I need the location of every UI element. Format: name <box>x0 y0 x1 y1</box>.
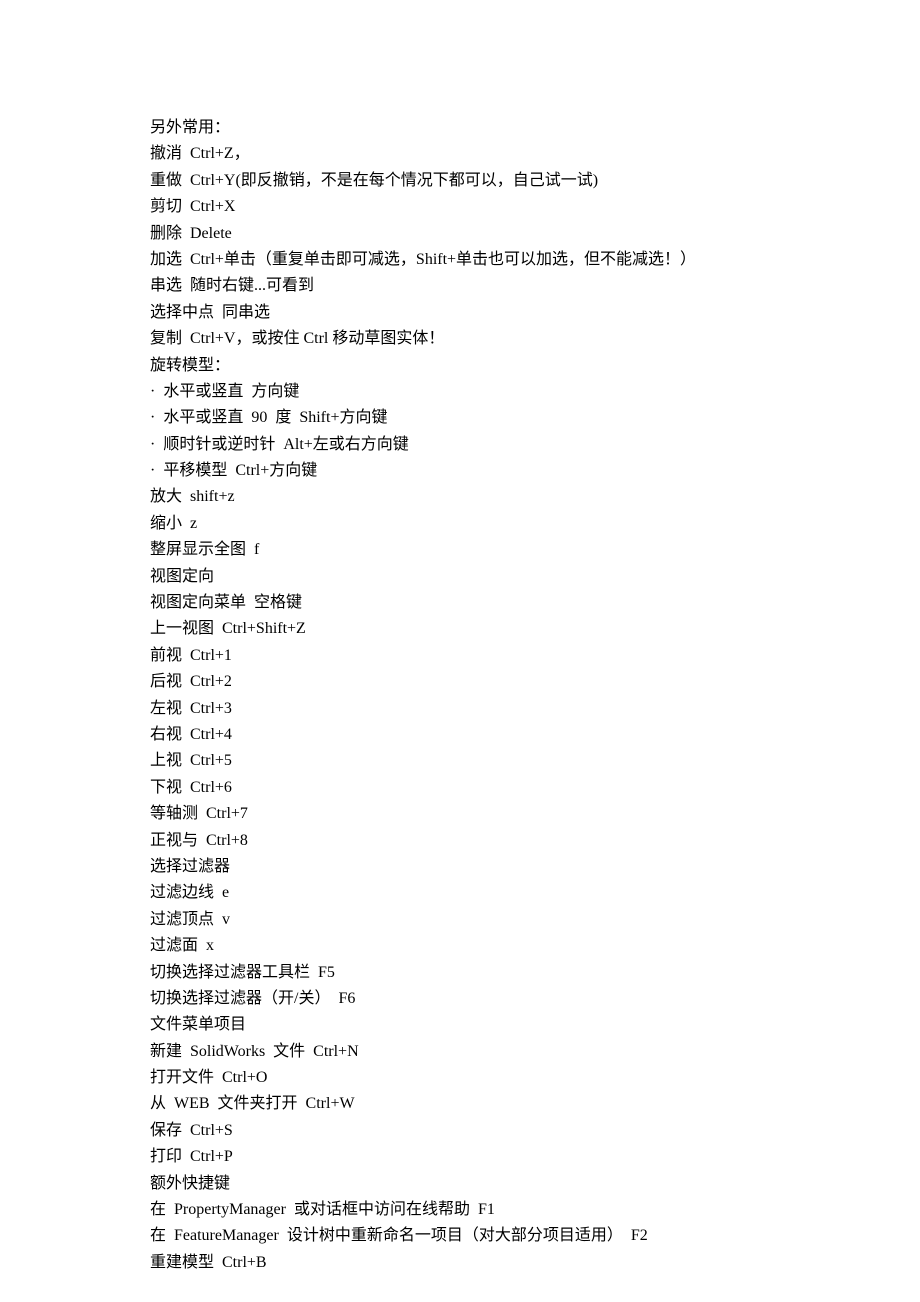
text-line: 选择过滤器 <box>150 854 770 880</box>
text-line: 保存 Ctrl+S <box>150 1118 770 1144</box>
text-line: 整屏显示全图 f <box>150 537 770 563</box>
text-line: 放大 shift+z <box>150 484 770 510</box>
text-line: 过滤边线 e <box>150 880 770 906</box>
text-line: 加选 Ctrl+单击（重复单击即可减选，Shift+单击也可以加选，但不能减选！… <box>150 247 770 273</box>
text-line: 等轴测 Ctrl+7 <box>150 801 770 827</box>
text-line: 过滤顶点 v <box>150 907 770 933</box>
text-line: 前视 Ctrl+1 <box>150 643 770 669</box>
text-line: · 水平或竖直 方向键 <box>150 379 770 405</box>
text-line: · 平移模型 Ctrl+方向键 <box>150 458 770 484</box>
text-line: 剪切 Ctrl+X <box>150 194 770 220</box>
text-line: 后视 Ctrl+2 <box>150 669 770 695</box>
text-line: 另外常用： <box>150 115 770 141</box>
text-line: 选择中点 同串选 <box>150 300 770 326</box>
text-line: 右视 Ctrl+4 <box>150 722 770 748</box>
text-line: 上一视图 Ctrl+Shift+Z <box>150 616 770 642</box>
text-line: 重建模型 Ctrl+B <box>150 1250 770 1276</box>
text-line: 撤消 Ctrl+Z， <box>150 141 770 167</box>
text-line: 缩小 z <box>150 511 770 537</box>
text-line: 额外快捷键 <box>150 1171 770 1197</box>
text-line: 打印 Ctrl+P <box>150 1144 770 1170</box>
text-line: 正视与 Ctrl+8 <box>150 828 770 854</box>
text-line: 下视 Ctrl+6 <box>150 775 770 801</box>
text-line: 删除 Delete <box>150 221 770 247</box>
text-line: 新建 SolidWorks 文件 Ctrl+N <box>150 1039 770 1065</box>
text-line: 视图定向 <box>150 564 770 590</box>
text-line: · 水平或竖直 90 度 Shift+方向键 <box>150 405 770 431</box>
text-line: 在 FeatureManager 设计树中重新命名一项目（对大部分项目适用） F… <box>150 1223 770 1249</box>
text-line: 切换选择过滤器（开/关） F6 <box>150 986 770 1012</box>
text-line: 复制 Ctrl+V，或按住 Ctrl 移动草图实体！ <box>150 326 770 352</box>
text-line: 文件菜单项目 <box>150 1012 770 1038</box>
text-line: 左视 Ctrl+3 <box>150 696 770 722</box>
text-line: 上视 Ctrl+5 <box>150 748 770 774</box>
text-line: 串选 随时右键...可看到 <box>150 273 770 299</box>
text-line: 视图定向菜单 空格键 <box>150 590 770 616</box>
text-line: 过滤面 x <box>150 933 770 959</box>
text-line: 从 WEB 文件夹打开 Ctrl+W <box>150 1091 770 1117</box>
text-line: · 顺时针或逆时针 Alt+左或右方向键 <box>150 432 770 458</box>
text-line: 切换选择过滤器工具栏 F5 <box>150 960 770 986</box>
text-line: 打开文件 Ctrl+O <box>150 1065 770 1091</box>
text-line: 旋转模型： <box>150 353 770 379</box>
text-line: 重做 Ctrl+Y(即反撤销，不是在每个情况下都可以，自己试一试) <box>150 168 770 194</box>
document-body: 另外常用：撤消 Ctrl+Z，重做 Ctrl+Y(即反撤销，不是在每个情况下都可… <box>150 115 770 1276</box>
text-line: 在 PropertyManager 或对话框中访问在线帮助 F1 <box>150 1197 770 1223</box>
